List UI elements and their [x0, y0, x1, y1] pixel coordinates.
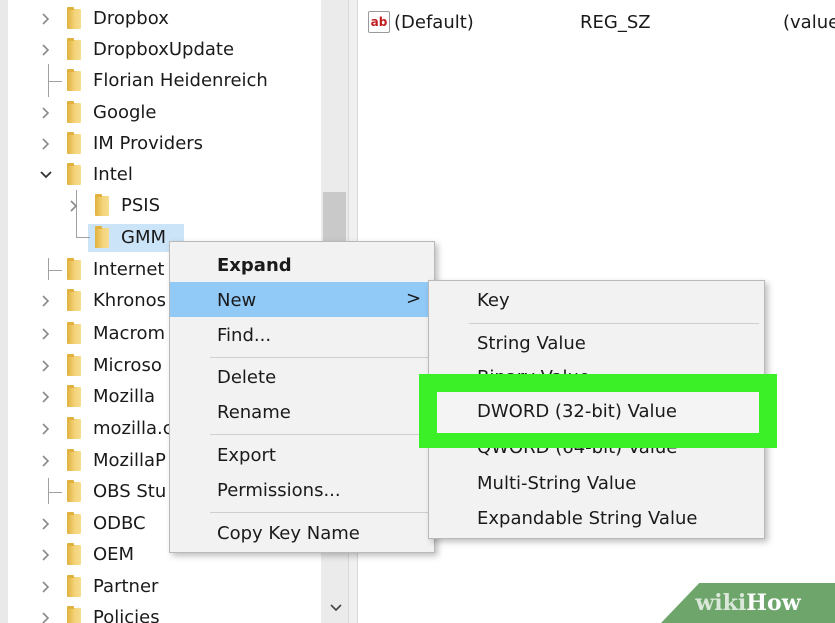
- tree-item-internet[interactable]: Internet: [93, 254, 164, 285]
- folder-icon: [67, 289, 81, 311]
- menu-item-expand[interactable]: Expand: [217, 255, 292, 276]
- menu-item-export[interactable]: Export: [217, 445, 276, 466]
- expand-chevron-icon[interactable]: [36, 571, 56, 602]
- scroll-down-arrow-icon[interactable]: [326, 598, 346, 618]
- folder-icon: [67, 575, 81, 597]
- folder-icon: [95, 226, 109, 248]
- folder-icon: [67, 606, 81, 623]
- menu-separator: [210, 434, 430, 435]
- tree-item-microso[interactable]: Microso: [93, 350, 162, 381]
- menu-item-delete[interactable]: Delete: [217, 367, 276, 388]
- tree-item-gmm[interactable]: GMM: [121, 222, 166, 253]
- menu-item-new[interactable]: New: [217, 290, 256, 311]
- tree-item-google[interactable]: Google: [93, 97, 156, 128]
- expand-chevron-icon[interactable]: [36, 34, 56, 65]
- expand-chevron-icon[interactable]: [36, 413, 56, 444]
- tree-line: [48, 478, 49, 504]
- submenu-item-multi-string-value[interactable]: Multi-String Value: [477, 473, 636, 494]
- tree-item-mozillap[interactable]: MozillaP: [93, 445, 166, 476]
- tree-item-odbc[interactable]: ODBC: [93, 508, 146, 539]
- tree-line: [48, 270, 62, 271]
- folder-icon: [95, 194, 109, 216]
- tree-item-obs-stu[interactable]: OBS Stu: [93, 476, 166, 507]
- tree-item-intel[interactable]: Intel: [93, 159, 133, 190]
- expand-chevron-icon[interactable]: [36, 285, 56, 316]
- expand-chevron-icon[interactable]: [36, 318, 56, 349]
- folder-icon: [67, 543, 81, 565]
- menu-item-new-highlight[interactable]: [170, 282, 434, 317]
- collapse-chevron-icon[interactable]: [36, 159, 56, 190]
- tree-line: [48, 81, 62, 82]
- folder-icon: [67, 322, 81, 344]
- tree-item-florian-heidenreich[interactable]: Florian Heidenreich: [93, 65, 268, 96]
- folder-icon: [67, 163, 81, 185]
- folder-icon: [67, 385, 81, 407]
- menu-item-find[interactable]: Find...: [217, 325, 271, 346]
- folder-icon: [67, 38, 81, 60]
- expand-chevron-icon[interactable]: [36, 3, 56, 34]
- tree-item-im-providers[interactable]: IM Providers: [93, 128, 203, 159]
- value-name[interactable]: (Default): [394, 12, 474, 33]
- tree-item-oem[interactable]: OEM: [93, 539, 134, 570]
- expand-chevron-icon[interactable]: [36, 445, 56, 476]
- menu-separator: [469, 323, 759, 324]
- expand-chevron-icon[interactable]: [36, 97, 56, 128]
- expand-chevron-icon[interactable]: [36, 508, 56, 539]
- menu-item-permissions[interactable]: Permissions...: [217, 480, 341, 501]
- folder-icon: [67, 258, 81, 280]
- folder-icon: [67, 354, 81, 376]
- folder-icon: [67, 132, 81, 154]
- folder-icon: [67, 7, 81, 29]
- tree-item-partner[interactable]: Partner: [93, 571, 158, 602]
- expand-chevron-icon[interactable]: [64, 190, 84, 221]
- folder-icon: [67, 512, 81, 534]
- tree-item-mozilla[interactable]: Mozilla: [93, 381, 155, 412]
- menu-separator: [210, 512, 430, 513]
- folder-icon: [67, 101, 81, 123]
- window-left-edge: [0, 0, 8, 623]
- value-data: (value: [783, 12, 835, 33]
- tree-item-dropboxupdate[interactable]: DropboxUpdate: [93, 34, 234, 65]
- expand-chevron-icon[interactable]: [36, 350, 56, 381]
- menu-separator: [210, 357, 430, 358]
- folder-icon: [67, 417, 81, 439]
- expand-chevron-icon[interactable]: [36, 128, 56, 159]
- string-value-icon: ab: [368, 11, 390, 33]
- tree-line: [48, 258, 49, 280]
- tree-item-macrom[interactable]: Macrom: [93, 318, 165, 349]
- expand-chevron-icon[interactable]: [36, 539, 56, 570]
- tree-item-dropbox[interactable]: Dropbox: [93, 3, 169, 34]
- watermark-part1: wiki: [695, 590, 747, 616]
- submenu-item-expandable-string-value[interactable]: Expandable String Value: [477, 508, 697, 529]
- expand-chevron-icon[interactable]: [36, 602, 56, 623]
- submenu-item-key[interactable]: Key: [477, 290, 510, 311]
- menu-item-copy-key-name[interactable]: Copy Key Name: [217, 523, 360, 544]
- folder-icon: [67, 480, 81, 502]
- value-type: REG_SZ: [580, 12, 651, 33]
- tree-item-mozilla-c[interactable]: mozilla.c: [93, 413, 173, 444]
- expand-chevron-icon[interactable]: [36, 381, 56, 412]
- submenu-item-string-value[interactable]: String Value: [477, 333, 586, 354]
- tree-item-policies[interactable]: Policies: [93, 602, 160, 623]
- submenu-item-dword-value[interactable]: DWORD (32-bit) Value: [477, 401, 677, 422]
- tree-item-psis[interactable]: PSIS: [121, 190, 160, 221]
- submenu-arrow-icon: >: [406, 288, 422, 309]
- menu-item-rename[interactable]: Rename: [217, 402, 291, 423]
- tree-item-khronos[interactable]: Khronos: [93, 285, 166, 316]
- watermark-part2: How: [746, 590, 801, 616]
- context-menu: Expand New > Find... Delete Rename Expor…: [169, 241, 435, 553]
- folder-icon: [67, 69, 81, 91]
- tree-line: [48, 492, 62, 493]
- folder-icon: [67, 449, 81, 471]
- tree-line: [76, 237, 90, 238]
